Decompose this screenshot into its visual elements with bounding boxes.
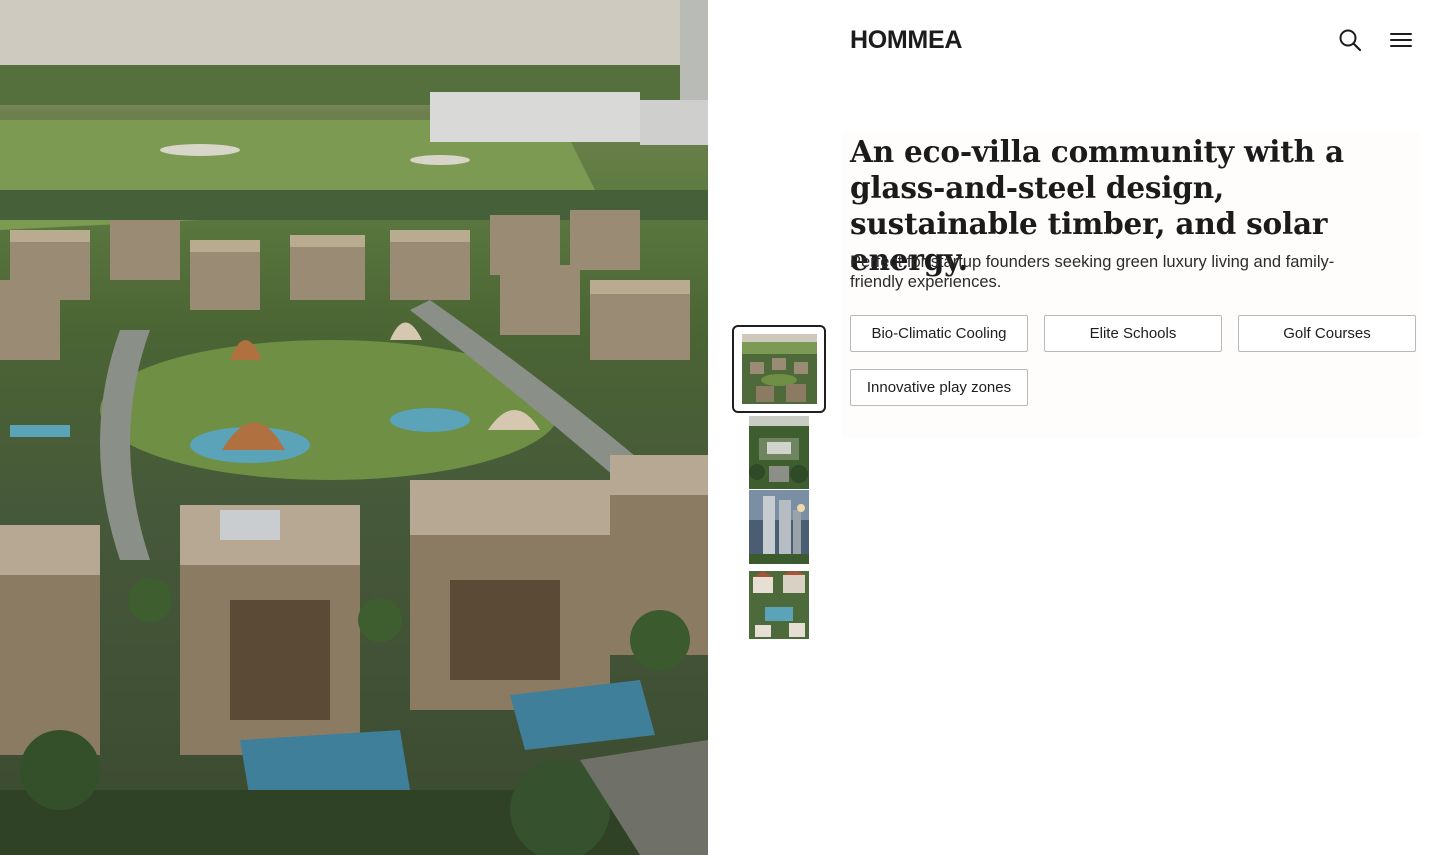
thumbnail-1-active[interactable]	[732, 325, 826, 413]
hero-image	[0, 0, 708, 855]
feature-chip-innovative-play-zones[interactable]: Innovative play zones	[850, 369, 1028, 406]
search-button[interactable]	[1336, 26, 1364, 54]
glass-towers-thumbnail	[749, 490, 809, 564]
search-icon	[1339, 29, 1362, 52]
feature-chip-golf-courses[interactable]: Golf Courses	[1238, 315, 1416, 352]
thumbnail-4[interactable]	[749, 571, 809, 639]
aerial-villas-thumbnail	[741, 334, 817, 404]
menu-button[interactable]	[1387, 26, 1415, 54]
thumbnail-2[interactable]	[749, 416, 809, 489]
feature-chip-bio-climatic-cooling[interactable]: Bio-Climatic Cooling	[850, 315, 1028, 352]
brand-logo[interactable]: HOMMEA	[850, 26, 962, 55]
thumbnail-3[interactable]	[749, 490, 809, 564]
hero-illustration	[0, 0, 708, 855]
feature-chip-elite-schools[interactable]: Elite Schools	[1044, 315, 1222, 352]
villa-courtyard-thumbnail	[749, 571, 809, 639]
hamburger-menu-icon	[1390, 33, 1412, 47]
green-campus-thumbnail	[749, 416, 809, 489]
property-description: Perfect for startup founders seeking gre…	[850, 253, 1335, 291]
